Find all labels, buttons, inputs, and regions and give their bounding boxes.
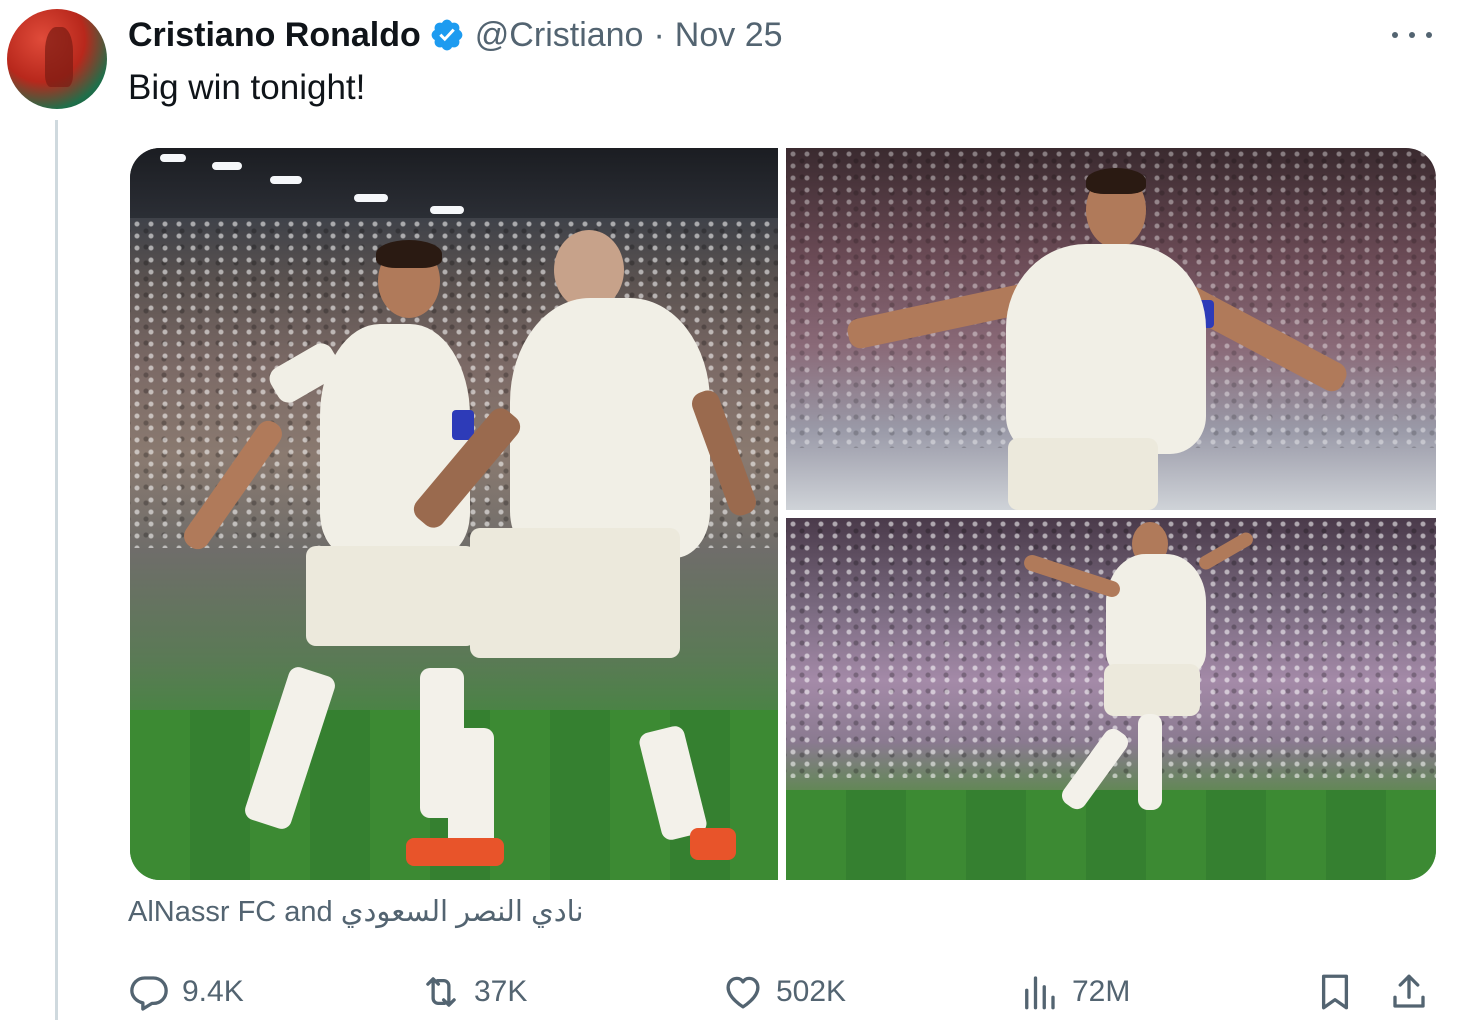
stadium-light — [430, 206, 464, 214]
heart-icon — [726, 976, 760, 1009]
verified-badge-icon — [429, 17, 465, 53]
stadium-light — [212, 162, 242, 170]
tagged-account[interactable]: نادي النصر السعودي — [341, 896, 584, 928]
author-handle[interactable]: @Cristiano — [475, 16, 644, 55]
tweet-header: Cristiano Ronaldo @Cristiano · Nov 25 — [128, 14, 783, 56]
like-button[interactable]: 502K — [722, 964, 846, 1020]
reply-count: 9.4K — [182, 975, 244, 1008]
avatar[interactable] — [7, 9, 107, 109]
bookmark-icon — [1321, 974, 1349, 1010]
action-bar: 9.4K 37K 502K 72M — [128, 964, 1438, 1020]
stadium-light — [354, 194, 388, 202]
thread-line — [55, 120, 58, 1020]
tagged-account[interactable]: AlNassr FC — [128, 896, 276, 928]
author-name[interactable]: Cristiano Ronaldo — [128, 16, 421, 55]
separator-dot: · — [653, 15, 665, 54]
caption-conjunction: and — [284, 896, 333, 928]
repost-count: 37K — [474, 975, 528, 1008]
like-count: 502K — [776, 975, 847, 1008]
stadium-light — [160, 154, 186, 162]
photo-celebration-duo[interactable] — [130, 148, 778, 880]
more-dot — [1392, 32, 1398, 38]
bookmark-button[interactable] — [1314, 964, 1356, 1020]
stadium-roof — [130, 148, 778, 218]
more-dot — [1426, 32, 1432, 38]
views-icon — [1025, 976, 1055, 1010]
repost-button[interactable]: 37K — [420, 964, 527, 1020]
share-button[interactable] — [1388, 964, 1430, 1020]
reply-button[interactable]: 9.4K — [128, 964, 244, 1020]
more-options-icon[interactable] — [1392, 22, 1432, 48]
photo-celebration-arms-wide[interactable] — [786, 148, 1436, 510]
tweet-date[interactable]: Nov 25 — [675, 16, 783, 55]
media-grid — [130, 148, 1436, 880]
photo-celebration-running[interactable] — [786, 518, 1436, 880]
reply-icon — [130, 976, 168, 1011]
views-count: 72M — [1072, 975, 1131, 1008]
share-icon — [1393, 974, 1425, 1008]
tweet-text: Big win tonight! — [128, 68, 366, 107]
repost-icon — [426, 977, 456, 1007]
media-caption: AlNassr FC and نادي النصر السعودي — [128, 894, 584, 929]
views-button[interactable]: 72M — [1018, 964, 1130, 1020]
avatar-figure — [45, 27, 73, 87]
stadium-light — [270, 176, 302, 184]
more-dot — [1409, 32, 1415, 38]
pitch — [786, 790, 1436, 880]
